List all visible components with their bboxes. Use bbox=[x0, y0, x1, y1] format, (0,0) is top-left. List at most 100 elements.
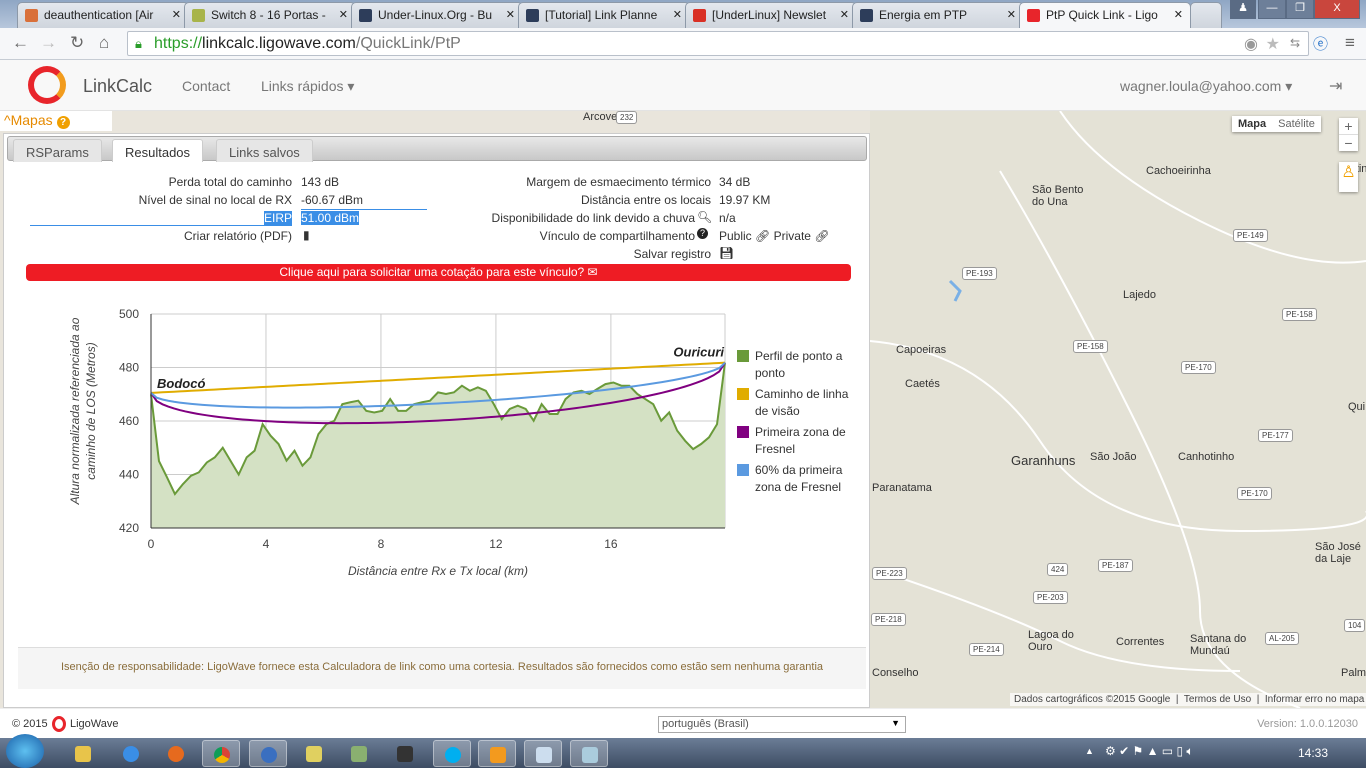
sharing-label: Vínculo de compartilhamento bbox=[539, 229, 695, 243]
close-tab-icon[interactable]: ✕ bbox=[840, 8, 849, 21]
road-shield: PE-158 bbox=[1073, 340, 1108, 353]
reload-icon[interactable]: ↻ bbox=[70, 33, 84, 53]
linkcalc-logo[interactable] bbox=[28, 66, 66, 104]
bookmark-star-icon[interactable]: ★ bbox=[1266, 34, 1280, 54]
create-report-label: Criar relatório (PDF) bbox=[183, 229, 292, 243]
browser-tab[interactable]: [Tutorial] Link Planne ✕ bbox=[518, 2, 690, 28]
tab-resultados[interactable]: Resultados bbox=[112, 139, 204, 162]
browser-tab[interactable]: Switch 8 - 16 Portas - ✕ bbox=[184, 2, 356, 28]
zoom-in-button[interactable]: + bbox=[1339, 118, 1358, 134]
close-tab-icon[interactable]: ✕ bbox=[1007, 8, 1016, 21]
legend-item[interactable]: Perfil de ponto a ponto bbox=[737, 348, 852, 382]
brand-name[interactable]: LinkCalc bbox=[83, 76, 152, 97]
copyright: © 2015 bbox=[12, 718, 48, 730]
language-select[interactable]: português (Brasil) ▼ bbox=[658, 716, 906, 733]
tab-rsparams[interactable]: RSParams bbox=[13, 139, 102, 162]
translate-icon[interactable]: ⇆ bbox=[1290, 36, 1300, 50]
notepad-taskbar-icon[interactable] bbox=[524, 740, 562, 767]
x-tick-label: 0 bbox=[148, 537, 155, 551]
request-quote-button[interactable]: Clique aqui para solicitar uma cotação p… bbox=[26, 264, 851, 281]
link-icon[interactable]: 🔗︎ bbox=[755, 229, 770, 243]
pdf-file-icon[interactable]: ▮ bbox=[303, 228, 310, 242]
zoom-out-button[interactable]: − bbox=[1339, 134, 1358, 151]
forward-icon[interactable]: → bbox=[40, 33, 57, 53]
legend-swatch bbox=[737, 426, 749, 438]
browser-tab[interactable]: deauthentication [Air ✕ bbox=[17, 2, 189, 28]
map-zoom-control: + − bbox=[1339, 118, 1358, 151]
close-window-button[interactable]: X bbox=[1314, 0, 1360, 19]
app-taskbar-icon[interactable] bbox=[249, 740, 287, 767]
legend-item[interactable]: Primeira zona de Fresnel bbox=[737, 424, 852, 458]
nav-links-rapidos[interactable]: Links rápidos ▾ bbox=[261, 78, 354, 95]
map-terms-link[interactable]: Termos de Uso bbox=[1184, 694, 1251, 705]
browser-tab[interactable]: Energia em PTP ✕ bbox=[852, 2, 1024, 28]
legend-item[interactable]: Caminho de linha de visão bbox=[737, 386, 852, 420]
x-tick-label: 4 bbox=[263, 537, 270, 551]
legend-item[interactable]: 60% da primeira zona de Fresnel bbox=[737, 462, 852, 496]
share-private-link[interactable]: Private bbox=[774, 229, 811, 243]
road-shield: PE-170 bbox=[1181, 361, 1216, 374]
map-type-mapa[interactable]: Mapa bbox=[1232, 116, 1272, 132]
share-public-link[interactable]: Public bbox=[719, 229, 752, 243]
road-shield: PE-149 bbox=[1233, 229, 1268, 242]
skype-taskbar-icon[interactable] bbox=[433, 740, 471, 767]
save-icon[interactable]: 💾︎ bbox=[719, 246, 734, 260]
tab-links-salvos[interactable]: Links salvos bbox=[216, 139, 313, 162]
search-icon[interactable]: 🔍︎ bbox=[697, 210, 712, 224]
location-icon[interactable]: ◉ bbox=[1244, 34, 1258, 54]
minimize-button[interactable]: — bbox=[1258, 0, 1286, 19]
nav-contact[interactable]: Contact bbox=[182, 78, 230, 94]
map-place-label: Qui bbox=[1348, 401, 1366, 413]
maximize-button[interactable]: ❐ bbox=[1286, 0, 1314, 19]
ie-tab-icon[interactable]: ⓔ bbox=[1313, 33, 1328, 54]
home-icon[interactable]: ⌂ bbox=[99, 33, 109, 53]
user-menu[interactable]: wagner.loula@yahoo.com ▾ bbox=[1120, 78, 1292, 95]
link-icon[interactable]: 🔗︎ bbox=[814, 229, 829, 243]
back-icon[interactable]: ← bbox=[12, 33, 29, 53]
new-tab-button[interactable] bbox=[1190, 2, 1222, 28]
rain-availability-value: n/a bbox=[719, 211, 736, 225]
tab-title: Under-Linux.Org - Bu bbox=[378, 8, 493, 22]
url-host: linkcalc.ligowave.com bbox=[202, 35, 356, 52]
ac-taskbar-icon[interactable] bbox=[386, 740, 424, 767]
close-tab-icon[interactable]: ✕ bbox=[673, 8, 682, 21]
menu-icon[interactable]: ≡ bbox=[1345, 33, 1355, 53]
map-report-link[interactable]: Informar erro no mapa bbox=[1265, 694, 1365, 705]
close-tab-icon[interactable]: ✕ bbox=[1174, 8, 1183, 21]
media-player-taskbar-icon[interactable] bbox=[478, 740, 516, 767]
chrome-taskbar-icon[interactable] bbox=[202, 740, 240, 767]
map-type-satelite[interactable]: Satélite bbox=[1272, 116, 1321, 132]
tray-icons[interactable]: ⚙ ✔ ⚑ ▲ ▭ ▯ 🔈︎ bbox=[1105, 744, 1194, 759]
logout-icon[interactable]: ⇥ bbox=[1329, 76, 1342, 96]
tab-title: deauthentication [Air bbox=[44, 8, 154, 22]
distance-label: Distância entre os locais bbox=[580, 193, 711, 207]
firefox-taskbar-icon[interactable] bbox=[157, 740, 195, 767]
network-tool-taskbar-icon[interactable] bbox=[295, 740, 333, 767]
street-view-pegman-icon[interactable]: ♙ bbox=[1339, 162, 1358, 192]
start-button[interactable] bbox=[6, 734, 44, 768]
app-navbar: LinkCalc Contact Links rápidos ▾ wagner.… bbox=[0, 60, 1366, 111]
help-icon[interactable]: ? bbox=[56, 116, 70, 129]
eirp-label: EIRP bbox=[263, 211, 292, 225]
calculator-taskbar-icon[interactable] bbox=[570, 740, 608, 767]
close-tab-icon[interactable]: ✕ bbox=[172, 8, 181, 21]
fade-margin-value: 34 dB bbox=[719, 175, 751, 189]
close-tab-icon[interactable]: ✕ bbox=[506, 8, 515, 21]
path-loss-label: Perda total do caminho bbox=[168, 175, 292, 189]
browser-tab[interactable]: [UnderLinux] Newslet ✕ bbox=[685, 2, 857, 28]
tab-title: Energia em PTP bbox=[879, 8, 968, 22]
explorer-taskbar-icon[interactable] bbox=[64, 740, 102, 767]
help-icon[interactable]: ? bbox=[697, 228, 708, 239]
road-shield: PE-218 bbox=[871, 613, 906, 626]
address-bar[interactable]: 🔒︎ https://linkcalc.ligowave.com/QuickLi… bbox=[127, 31, 1309, 56]
user-icon[interactable]: ♟ bbox=[1230, 0, 1256, 19]
tray-expand-icon[interactable]: ▲ bbox=[1085, 746, 1094, 756]
browser-tab[interactable]: Under-Linux.Org - Bu ✕ bbox=[351, 2, 523, 28]
browser-tab[interactable]: PtP Quick Link - Ligo ✕ bbox=[1019, 2, 1191, 28]
ie-taskbar-icon[interactable] bbox=[112, 740, 150, 767]
clock[interactable]: 14:33 bbox=[1298, 746, 1328, 760]
mapas-toggle[interactable]: ^Mapas ? bbox=[0, 111, 112, 131]
close-tab-icon[interactable]: ✕ bbox=[339, 8, 348, 21]
tab-title: PtP Quick Link - Ligo bbox=[1046, 8, 1158, 22]
network-taskbar-icon[interactable] bbox=[340, 740, 378, 767]
